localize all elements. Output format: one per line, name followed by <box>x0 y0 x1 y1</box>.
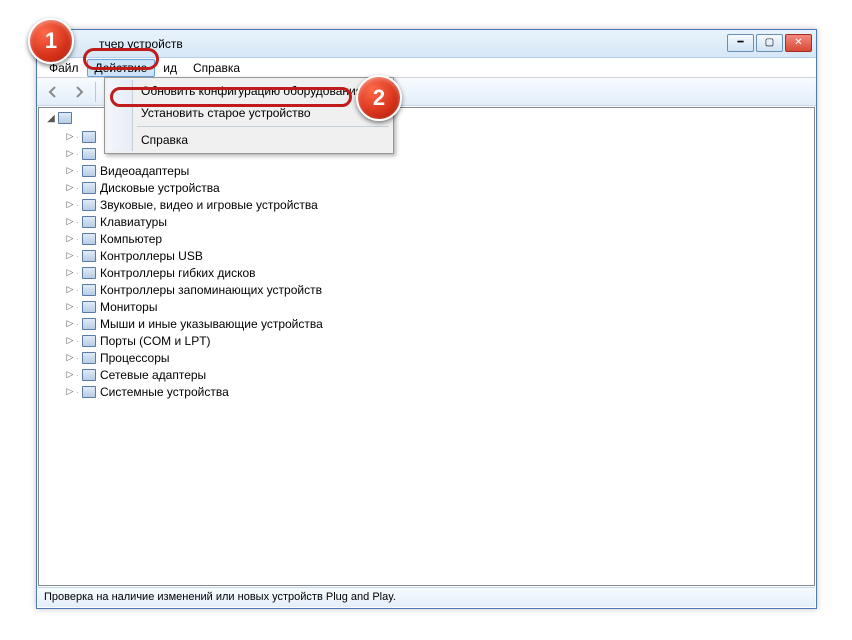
tree-node[interactable]: ▷·Системные устройства <box>65 383 814 400</box>
tree-node[interactable]: ▷·Видеоадаптеры <box>65 162 814 179</box>
tree-children: ▷· ▷· ▷·Видеоадаптеры ▷·Дисковые устройс… <box>45 128 814 400</box>
tree-panel: ◢ ▷· ▷· ▷·Видеоадаптеры ▷·Дисковые устро… <box>38 107 815 586</box>
maximize-button[interactable]: ▢ <box>756 34 783 52</box>
action-dropdown: Обновить конфигурацию оборудования Устан… <box>104 77 394 154</box>
tree-node[interactable]: ▷·Процессоры <box>65 349 814 366</box>
tree-node[interactable]: ▷·Сетевые адаптеры <box>65 366 814 383</box>
window-controls: ━ ▢ ✕ <box>727 34 812 52</box>
statusbar: Проверка на наличие изменений или новых … <box>38 587 815 607</box>
toolbar-separator <box>95 82 96 102</box>
step-badge-2: 2 <box>356 75 402 121</box>
dropdown-item-help[interactable]: Справка <box>107 129 391 151</box>
forward-button[interactable] <box>67 81 91 103</box>
tree-node[interactable]: ▷·Звуковые, видео и игровые устройства <box>65 196 814 213</box>
menu-view[interactable]: ид <box>155 59 185 77</box>
tree-node[interactable]: ▷·Мониторы <box>65 298 814 315</box>
tree-node[interactable]: ▷·Контроллеры USB <box>65 247 814 264</box>
back-button[interactable] <box>41 81 65 103</box>
minimize-button[interactable]: ━ <box>727 34 754 52</box>
dropdown-item-legacy[interactable]: Установить старое устройство <box>107 102 391 124</box>
tree-node[interactable]: ▷·Мыши и иные указывающие устройства <box>65 315 814 332</box>
titlebar[interactable]: тчер устройств ━ ▢ ✕ <box>37 30 816 58</box>
status-text: Проверка на наличие изменений или новых … <box>44 591 396 603</box>
tree-node[interactable]: ▷·Порты (COM и LPT) <box>65 332 814 349</box>
tree-node[interactable]: ▷·Клавиатуры <box>65 213 814 230</box>
menubar: Файл Действие ид Справка <box>37 58 816 78</box>
dropdown-item-scan[interactable]: Обновить конфигурацию оборудования <box>107 80 391 102</box>
close-button[interactable]: ✕ <box>785 34 812 52</box>
tree-node[interactable]: ▷·Компьютер <box>65 230 814 247</box>
tree-node[interactable]: ▷·Контроллеры гибких дисков <box>65 264 814 281</box>
menu-help[interactable]: Справка <box>185 59 248 77</box>
menu-action[interactable]: Действие <box>87 59 156 77</box>
step-badge-1: 1 <box>28 18 74 64</box>
computer-icon <box>57 111 73 125</box>
collapse-icon[interactable]: ◢ <box>45 113 57 124</box>
window-title: тчер устройств <box>99 37 183 51</box>
tree-node[interactable]: ▷·Контроллеры запоминающих устройств <box>65 281 814 298</box>
tree-node[interactable]: ▷·Дисковые устройства <box>65 179 814 196</box>
dropdown-separator <box>137 126 389 127</box>
